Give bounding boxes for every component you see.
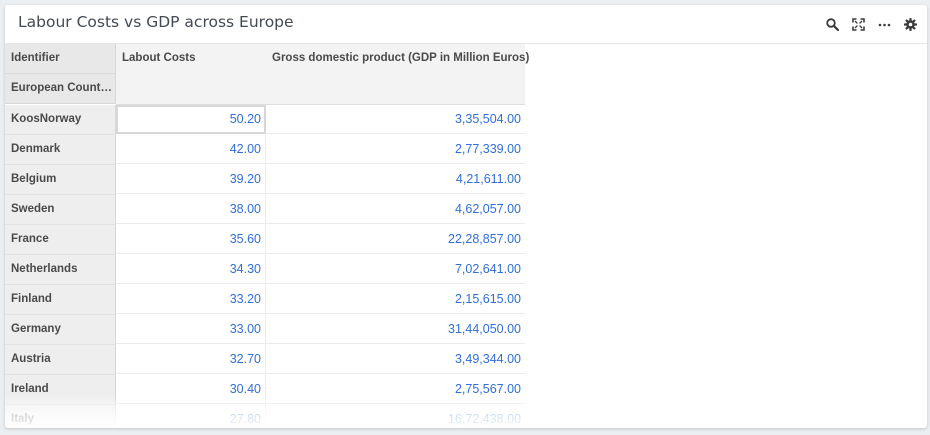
row-header-countries[interactable]: European Countr…: [5, 74, 115, 104]
table-cell-gdp[interactable]: 3,49,344.00: [266, 345, 525, 374]
table-row: Austria 32.70 3,49,344.00: [5, 345, 525, 375]
search-icon[interactable]: [823, 15, 841, 33]
table-cell-labour-costs[interactable]: 32.70: [116, 345, 266, 374]
table-cell-labour-costs[interactable]: 50.20: [116, 105, 266, 134]
widget-toolbar: [815, 15, 919, 33]
row-label[interactable]: Austria: [5, 345, 116, 375]
more-icon[interactable]: [875, 15, 893, 33]
table-cell-gdp[interactable]: 4,62,057.00: [266, 195, 525, 224]
gear-icon[interactable]: [901, 15, 919, 33]
table-row: Sweden 38.00 4,62,057.00: [5, 195, 525, 225]
table-row: KoosNorway 50.20 3,35,504.00: [5, 105, 525, 135]
table-row: Netherlands 34.30 7,02,641.00: [5, 255, 525, 285]
expand-icon[interactable]: [849, 15, 867, 33]
column-header-gdp[interactable]: Gross domestic product (GDP in Million E…: [272, 52, 529, 64]
table-row: Ireland 30.40 2,75,567.00: [5, 375, 525, 405]
widget-title: Labour Costs vs GDP across Europe: [18, 13, 294, 31]
table-row: Belgium 39.20 4,21,611.00: [5, 165, 525, 195]
row-label[interactable]: Ireland: [5, 375, 116, 405]
row-label[interactable]: Finland: [5, 285, 116, 315]
table-row: Denmark 42.00 2,77,339.00: [5, 135, 525, 165]
table-cell-labour-costs[interactable]: 35.60: [116, 225, 266, 254]
table-body: KoosNorway 50.20 3,35,504.00 Denmark 42.…: [5, 105, 525, 428]
pivot-table: Identifier European Countr… Labout Costs…: [5, 44, 529, 428]
widget-header: Labour Costs vs GDP across Europe: [5, 5, 927, 44]
table-cell-labour-costs[interactable]: 38.00: [116, 195, 266, 224]
table-row: France 35.60 22,28,857.00: [5, 225, 525, 255]
table-cell-gdp[interactable]: 2,77,339.00: [266, 135, 525, 164]
row-label[interactable]: Sweden: [5, 195, 116, 225]
row-header-titles: Identifier European Countr…: [5, 44, 116, 104]
table-cell-gdp[interactable]: 22,28,857.00: [266, 225, 525, 254]
table-cell-gdp[interactable]: 3,35,504.00: [266, 105, 525, 134]
table-cell-labour-costs[interactable]: 27.80: [116, 405, 266, 428]
column-headers: Labout Costs Gross domestic product (GDP…: [116, 44, 529, 105]
column-header-labour-costs[interactable]: Labout Costs: [122, 52, 195, 64]
table-cell-gdp[interactable]: 2,15,615.00: [266, 285, 525, 314]
table-cell-gdp[interactable]: 2,75,567.00: [266, 375, 525, 404]
widget-panel: Labour Costs vs GDP across Europe Identi…: [5, 5, 927, 428]
table-cell-gdp[interactable]: 4,21,611.00: [266, 165, 525, 194]
row-label[interactable]: Denmark: [5, 135, 116, 165]
row-label[interactable]: Belgium: [5, 165, 116, 195]
table-row: Italy 27.80 16,72,438.00: [5, 405, 525, 428]
table-cell-labour-costs[interactable]: 30.40: [116, 375, 266, 404]
table-row: Finland 33.20 2,15,615.00: [5, 285, 525, 315]
row-label[interactable]: KoosNorway: [5, 105, 116, 135]
row-header-identifier[interactable]: Identifier: [5, 44, 115, 74]
table-cell-labour-costs[interactable]: 33.00: [116, 315, 266, 344]
table-cell-labour-costs[interactable]: 33.20: [116, 285, 266, 314]
row-label[interactable]: Italy: [5, 405, 116, 428]
table-cell-labour-costs[interactable]: 39.20: [116, 165, 266, 194]
table-cell-gdp[interactable]: 16,72,438.00: [266, 405, 525, 428]
table-cell-labour-costs[interactable]: 34.30: [116, 255, 266, 284]
table-cell-gdp[interactable]: 31,44,050.00: [266, 315, 525, 344]
row-label[interactable]: Netherlands: [5, 255, 116, 285]
table-row: Germany 33.00 31,44,050.00: [5, 315, 525, 345]
table-cell-gdp[interactable]: 7,02,641.00: [266, 255, 525, 284]
row-label[interactable]: France: [5, 225, 116, 255]
table-cell-labour-costs[interactable]: 42.00: [116, 135, 266, 164]
row-label[interactable]: Germany: [5, 315, 116, 345]
